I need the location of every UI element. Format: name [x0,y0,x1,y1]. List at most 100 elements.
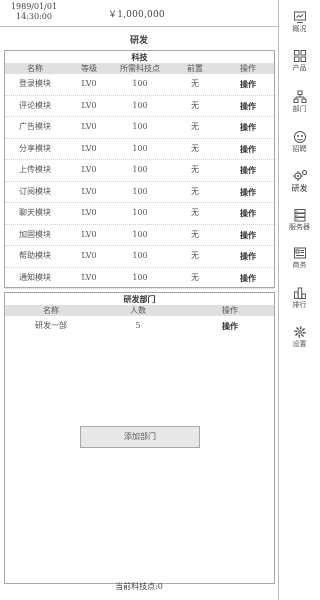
date-text: 1989/01/01 [10,2,58,11]
tech-points: 100 [132,208,148,217]
tech-name: 登录模块 [19,79,51,88]
tech-name: 分享模块 [19,143,51,153]
nav-servers-label: 服务器 [289,223,310,231]
ranking-icon [293,287,306,299]
nav-business-label: 商务 [292,261,307,269]
server-icon [294,209,305,222]
tech-name: 上传模块 [19,165,51,174]
tech-action-button[interactable]: 操作 [240,246,256,266]
header-divider [0,26,278,27]
tech-prereq: 无 [191,229,199,239]
tech-prereq: 无 [191,186,199,196]
tech-action-button[interactable]: 操作 [240,117,256,137]
tech-prereq: 无 [191,251,199,260]
col-name: 名称 [27,64,43,73]
tech-action-button[interactable]: 操作 [240,182,256,202]
nav-products-label: 产品 [292,64,307,72]
table-row: 研发一部 5 操作 [5,316,274,337]
table-row: 订阅模块 LV0 100 无 操作 [5,182,274,203]
tech-action-button[interactable]: 操作 [240,203,256,223]
table-row: 登录模块 LV0 100 无 操作 [5,74,274,96]
dept-panel: 研发部门 名称 人数 操作 研发一部 5 操作 添加部门 [4,292,275,584]
col-prereq: 前置 [187,64,203,73]
nav-overview[interactable]: 概况 [279,10,320,44]
page-title: 研发 [129,36,148,46]
tech-action-button[interactable]: 操作 [240,160,256,180]
tech-panel-title: 科技 [131,52,148,62]
tech-action-button[interactable]: 操作 [240,139,256,159]
tech-table-header: 名称 等级 所需科技点 前置 操作 [5,63,274,74]
tech-action-button[interactable]: 操作 [240,74,256,94]
tech-points: 100 [132,165,148,174]
nav-departments-label: 部门 [292,105,307,113]
tech-name: 评论模块 [19,100,51,110]
col-points: 所需科技点 [120,64,160,73]
table-row: 加固模块 LV0 100 无 操作 [5,225,274,246]
table-row: 通知模块 LV0 100 无 操作 [5,268,274,289]
table-row: 广告模块 LV0 100 无 操作 [5,117,274,139]
tech-name: 广告模块 [19,122,51,131]
recruit-icon [293,131,306,143]
nav-products[interactable]: 产品 [279,49,320,83]
tech-action-button[interactable]: 操作 [240,225,256,245]
nav-settings-label: 设置 [292,340,307,348]
sidebar-nav: 概况 产品 部门 招聘 研发 服务器 商务 排行 设置 [279,0,320,600]
nav-recruit[interactable]: 招聘 [279,130,320,164]
tech-prereq: 无 [191,100,199,110]
table-row: 聊天模块 LV0 100 无 操作 [5,203,274,225]
tech-action-button[interactable]: 操作 [240,96,256,116]
nav-research[interactable]: 研发 [279,169,320,203]
table-row: 帮助模块 LV0 100 无 操作 [5,246,274,268]
tech-level: LV0 [81,143,97,153]
tech-level: LV0 [81,122,97,131]
table-row: 上传模块 LV0 100 无 操作 [5,160,274,182]
add-department-button[interactable]: 添加部门 [80,426,200,448]
main-content: 1989/01/01 14:30:00 ￥1,000,000 研发 科技 名称 … [0,0,278,600]
tech-name: 订阅模块 [19,186,51,196]
table-row: 分享模块 LV0 100 无 操作 [5,139,274,160]
dept-name: 研发一部 [35,321,67,330]
tech-level: LV0 [81,79,97,88]
tech-points: 100 [132,229,148,239]
tech-name: 帮助模块 [19,251,51,260]
tech-level: LV0 [81,100,97,110]
tech-name: 通知模块 [19,272,51,282]
money-display: ￥1,000,000 [108,10,165,20]
research-icon [292,170,307,181]
tech-level: LV0 [81,272,97,282]
col-action: 操作 [222,306,238,315]
tech-level: LV0 [81,251,97,260]
tech-action-button[interactable]: 操作 [240,268,256,288]
tech-level: LV0 [81,186,97,196]
tech-prereq: 无 [191,208,199,217]
table-row: 评论模块 LV0 100 无 操作 [5,96,274,117]
dept-count: 5 [135,321,141,330]
game-date: 1989/01/01 14:30:00 [8,2,60,22]
nav-servers[interactable]: 服务器 [279,208,320,242]
nav-ranking[interactable]: 排行 [279,286,320,320]
dept-panel-title: 研发部门 [123,294,156,304]
nav-departments[interactable]: 部门 [279,90,320,124]
tech-prereq: 无 [191,122,199,131]
tech-prereq: 无 [191,143,199,153]
dept-action-button[interactable]: 操作 [222,316,238,336]
tech-points: 100 [132,79,148,88]
nav-business[interactable]: 商务 [279,246,320,280]
gear-icon [293,326,306,338]
tech-name: 聊天模块 [19,208,51,217]
nav-research-label: 研发 [291,184,308,193]
tech-panel: 科技 名称 等级 所需科技点 前置 操作 登录模块 LV0 100 无操作 评论模块 LV… [4,50,275,289]
nav-settings[interactable]: 设置 [279,325,320,359]
top-bar: 1989/01/01 14:30:00 ￥1,000,000 [0,0,278,25]
nav-overview-label: 概况 [292,25,307,33]
col-level: 等级 [81,64,97,73]
tech-level: LV0 [81,229,97,239]
dept-table-body: 研发一部 5 操作 [5,316,274,337]
tech-points: 100 [132,122,148,131]
business-icon [293,247,306,259]
time-text: 14:30:00 [16,12,52,21]
tech-points: 100 [132,186,148,196]
tech-level: LV0 [81,165,97,174]
col-action: 操作 [240,64,256,73]
col-name: 名称 [43,306,59,315]
